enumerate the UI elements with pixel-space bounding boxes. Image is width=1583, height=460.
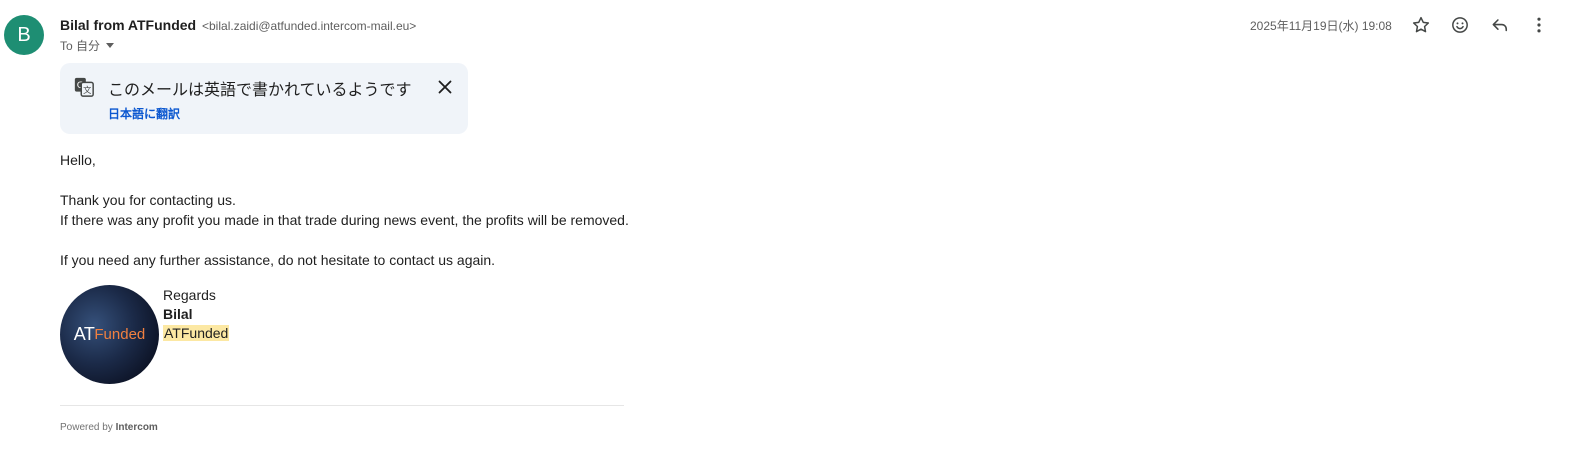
reply-icon	[1492, 19, 1508, 32]
signature-name: Bilal	[163, 306, 193, 322]
more-vert-icon	[1537, 17, 1541, 33]
reply-button[interactable]	[1487, 12, 1513, 38]
more-options-button[interactable]	[1526, 12, 1552, 38]
sender-name[interactable]: Bilal from ATFunded	[60, 17, 196, 33]
add-reaction-button[interactable]	[1447, 12, 1473, 38]
star-icon	[1412, 16, 1430, 33]
recipient-label: To 自分	[60, 39, 101, 53]
close-icon[interactable]	[434, 76, 456, 98]
translate-banner: G 文 このメールは英語で書かれているようです 日本語に翻訳	[60, 63, 468, 134]
logo-text-at: AT	[73, 324, 95, 344]
body-paragraph-2: If there was any profit you made in that…	[60, 212, 629, 228]
translate-to-japanese-link[interactable]: 日本語に翻訳	[108, 105, 180, 122]
recipient-dropdown[interactable]: To 自分	[60, 37, 115, 54]
intercom-brand: Intercom	[115, 422, 158, 433]
svg-text:文: 文	[83, 85, 91, 95]
sender-line: Bilal from ATFunded <bilal.zaidi@atfunde…	[60, 16, 416, 35]
company-logo: AT Funded	[60, 285, 159, 384]
signature-company: ATFunded	[163, 325, 230, 341]
signature-company-wrap: ATFunded	[163, 325, 230, 341]
powered-by-label: Powered by	[60, 422, 113, 433]
emoji-icon	[1452, 17, 1468, 33]
body-paragraph-3: If you need any further assistance, do n…	[60, 252, 496, 268]
logo-text-funded: Funded	[94, 326, 146, 343]
signature-regards: Regards	[163, 287, 216, 303]
sender-email: <bilal.zaidi@atfunded.intercom-mail.eu>	[202, 19, 417, 33]
translate-banner-title: このメールは英語で書かれているようです	[108, 80, 412, 99]
body-paragraph-1: Thank you for contacting us.	[60, 192, 236, 208]
body-greeting: Hello,	[60, 152, 96, 168]
message-date: 2025年11月19日(水) 19:08	[1250, 19, 1392, 33]
footer-divider	[60, 405, 624, 406]
star-button[interactable]	[1408, 12, 1434, 38]
powered-by-footer[interactable]: Powered by Intercom	[60, 422, 158, 433]
translate-icon: G 文	[74, 77, 94, 97]
chevron-down-icon	[106, 43, 115, 48]
email-view: B Bilal from ATFunded <bilal.zaidi@atfun…	[0, 0, 1583, 460]
sender-avatar[interactable]: B	[4, 15, 44, 55]
